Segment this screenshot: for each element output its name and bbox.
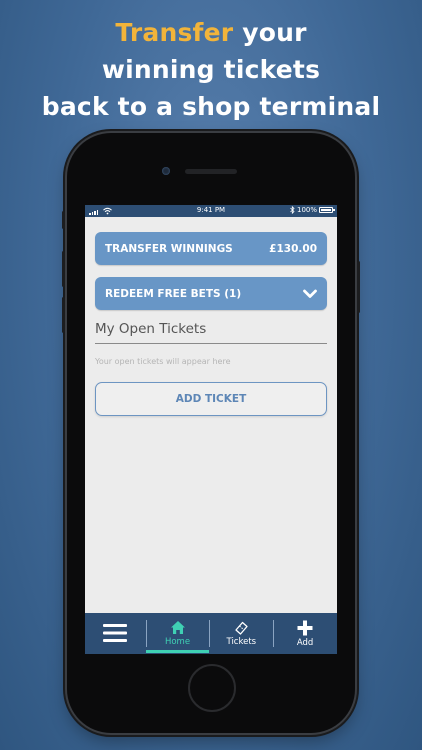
headline-line-3: back to a shop terminal (41, 92, 381, 121)
headline-line-1: Transfer your (0, 14, 422, 51)
volume-up-button (62, 251, 65, 287)
tab-tickets-label: Tickets (226, 637, 257, 647)
ticket-icon (235, 621, 248, 635)
hamburger-menu-icon (103, 623, 128, 642)
promo-headline: Transfer your winning tickets back to a … (0, 14, 422, 125)
phone-frame: 9:41 PM 100% TRANSFER WINNINGS £130.00 R… (62, 133, 360, 733)
tab-tickets[interactable]: Tickets (209, 613, 273, 654)
transfer-winnings-button[interactable]: TRANSFER WINNINGS £130.00 (95, 232, 327, 265)
headline-accent: Transfer (115, 18, 234, 47)
battery-icon (319, 207, 335, 213)
home-icon (170, 621, 185, 634)
headline-line-2: winning tickets (101, 55, 321, 84)
chevron-down-icon (303, 289, 317, 298)
open-tickets-heading: My Open Tickets (95, 321, 327, 344)
redeem-free-bets-label: REDEEM FREE BETS (1) (105, 287, 242, 300)
status-bar: 9:41 PM 100% (85, 205, 337, 217)
status-right: 100% (290, 206, 335, 214)
empty-tickets-message: Your open tickets will appear here (95, 357, 231, 366)
front-camera (162, 167, 170, 175)
tab-add-label: Add (296, 637, 314, 648)
headline-line-1-rest: your (233, 18, 307, 47)
battery-percentage: 100% (296, 206, 317, 214)
transfer-winnings-amount: £130.00 (269, 242, 317, 255)
menu-button[interactable] (85, 613, 146, 654)
tab-home[interactable]: Home (145, 613, 210, 654)
bluetooth-icon (290, 206, 295, 214)
volume-down-button (62, 297, 65, 333)
app-screen: 9:41 PM 100% TRANSFER WINNINGS £130.00 R… (85, 205, 337, 654)
earpiece-speaker (185, 169, 237, 174)
tab-add[interactable]: Add (273, 613, 337, 654)
mute-switch (62, 211, 65, 229)
transfer-winnings-label: TRANSFER WINNINGS (105, 242, 233, 255)
bottom-tab-bar: Home Tickets Add (85, 613, 337, 654)
redeem-free-bets-button[interactable]: REDEEM FREE BETS (1) (95, 277, 327, 310)
home-hardware-button[interactable] (188, 664, 236, 712)
tab-home-label: Home (164, 637, 191, 647)
plus-icon (297, 620, 313, 635)
power-button (357, 261, 360, 313)
add-ticket-button[interactable]: ADD TICKET (95, 382, 327, 416)
